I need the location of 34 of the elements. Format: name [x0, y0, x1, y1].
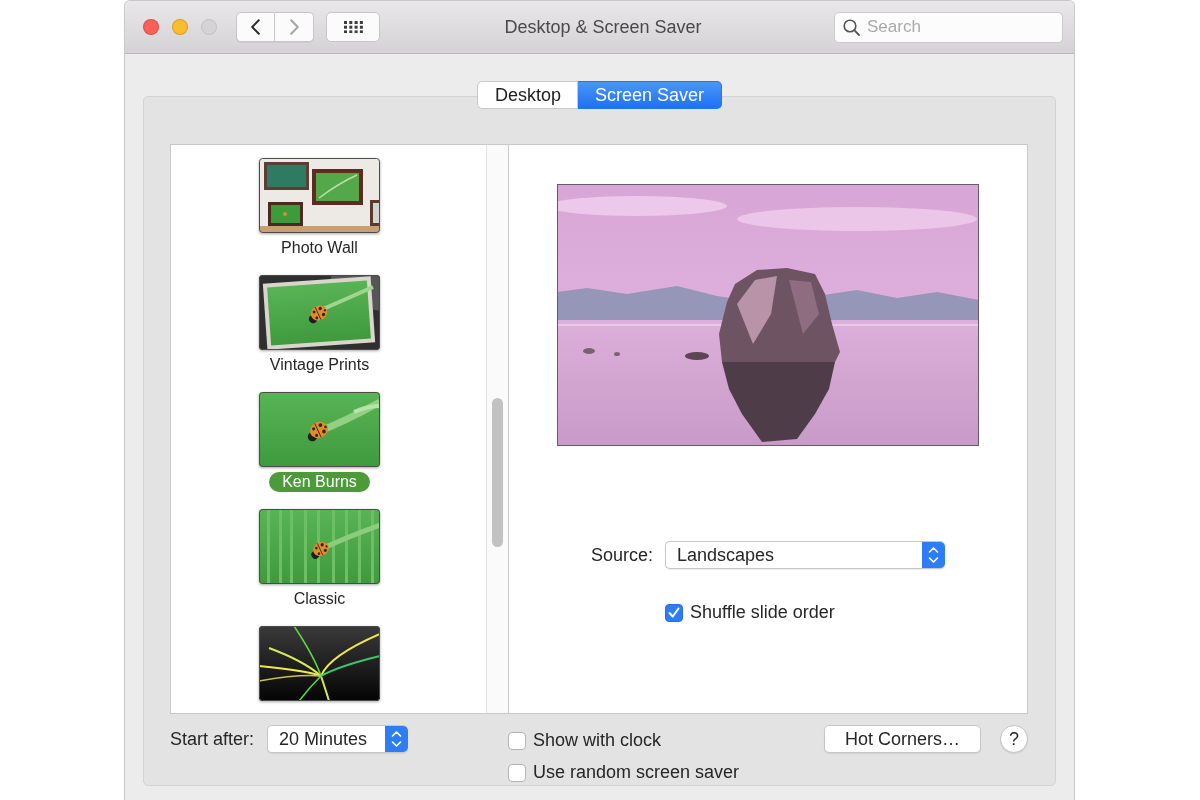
checkbox-label[interactable]: Shuffle slide order [690, 602, 835, 623]
help-button[interactable]: ? [1000, 725, 1028, 753]
ladybug-print-drawing[interactable] [259, 275, 380, 350]
checkbox-label[interactable]: Show with clock [533, 730, 662, 751]
screen-saver-name[interactable]: Classic [280, 589, 359, 609]
show-all-button[interactable] [326, 12, 380, 42]
light-streaks-drawing[interactable] [259, 626, 380, 701]
screen-saver-name[interactable]: Ken Burns [269, 472, 370, 492]
ladybug-forest-drawing[interactable] [259, 509, 380, 584]
start-after-popup[interactable]: 20 Minutes [267, 725, 409, 753]
source-label: Source: [590, 544, 653, 566]
tab[interactable]: Screen Saver [578, 81, 723, 109]
start-after-label: Start after: [170, 728, 255, 750]
checkbox[interactable] [508, 731, 526, 750]
window-title: Desktop & Screen Saver [504, 16, 702, 38]
back-button[interactable] [236, 12, 275, 42]
scrollbar-thumb[interactable] [492, 398, 503, 547]
grid-icon [343, 21, 363, 33]
screen-saver-name[interactable]: Photo Wall [268, 238, 371, 258]
ladybug-leaf-drawing[interactable] [259, 392, 380, 467]
close-button[interactable] [143, 19, 159, 35]
checkbox-label[interactable]: Use random screen saver [533, 762, 740, 783]
search-field[interactable]: Search [834, 11, 1063, 43]
tab[interactable]: Desktop [476, 81, 578, 109]
checkbox[interactable] [665, 603, 683, 622]
stepper-icon [922, 542, 945, 568]
framed-photos-drawing[interactable] [259, 158, 380, 233]
screen-saver-name[interactable]: Vintage Prints [256, 355, 383, 375]
search-icon [843, 18, 860, 36]
stepper-icon [385, 726, 409, 752]
hot-corners-button[interactable]: Hot Corners… [824, 725, 981, 753]
source-popup[interactable]: Landscapes [665, 541, 945, 569]
checkmark-icon [668, 607, 680, 618]
checkbox[interactable] [508, 763, 526, 782]
